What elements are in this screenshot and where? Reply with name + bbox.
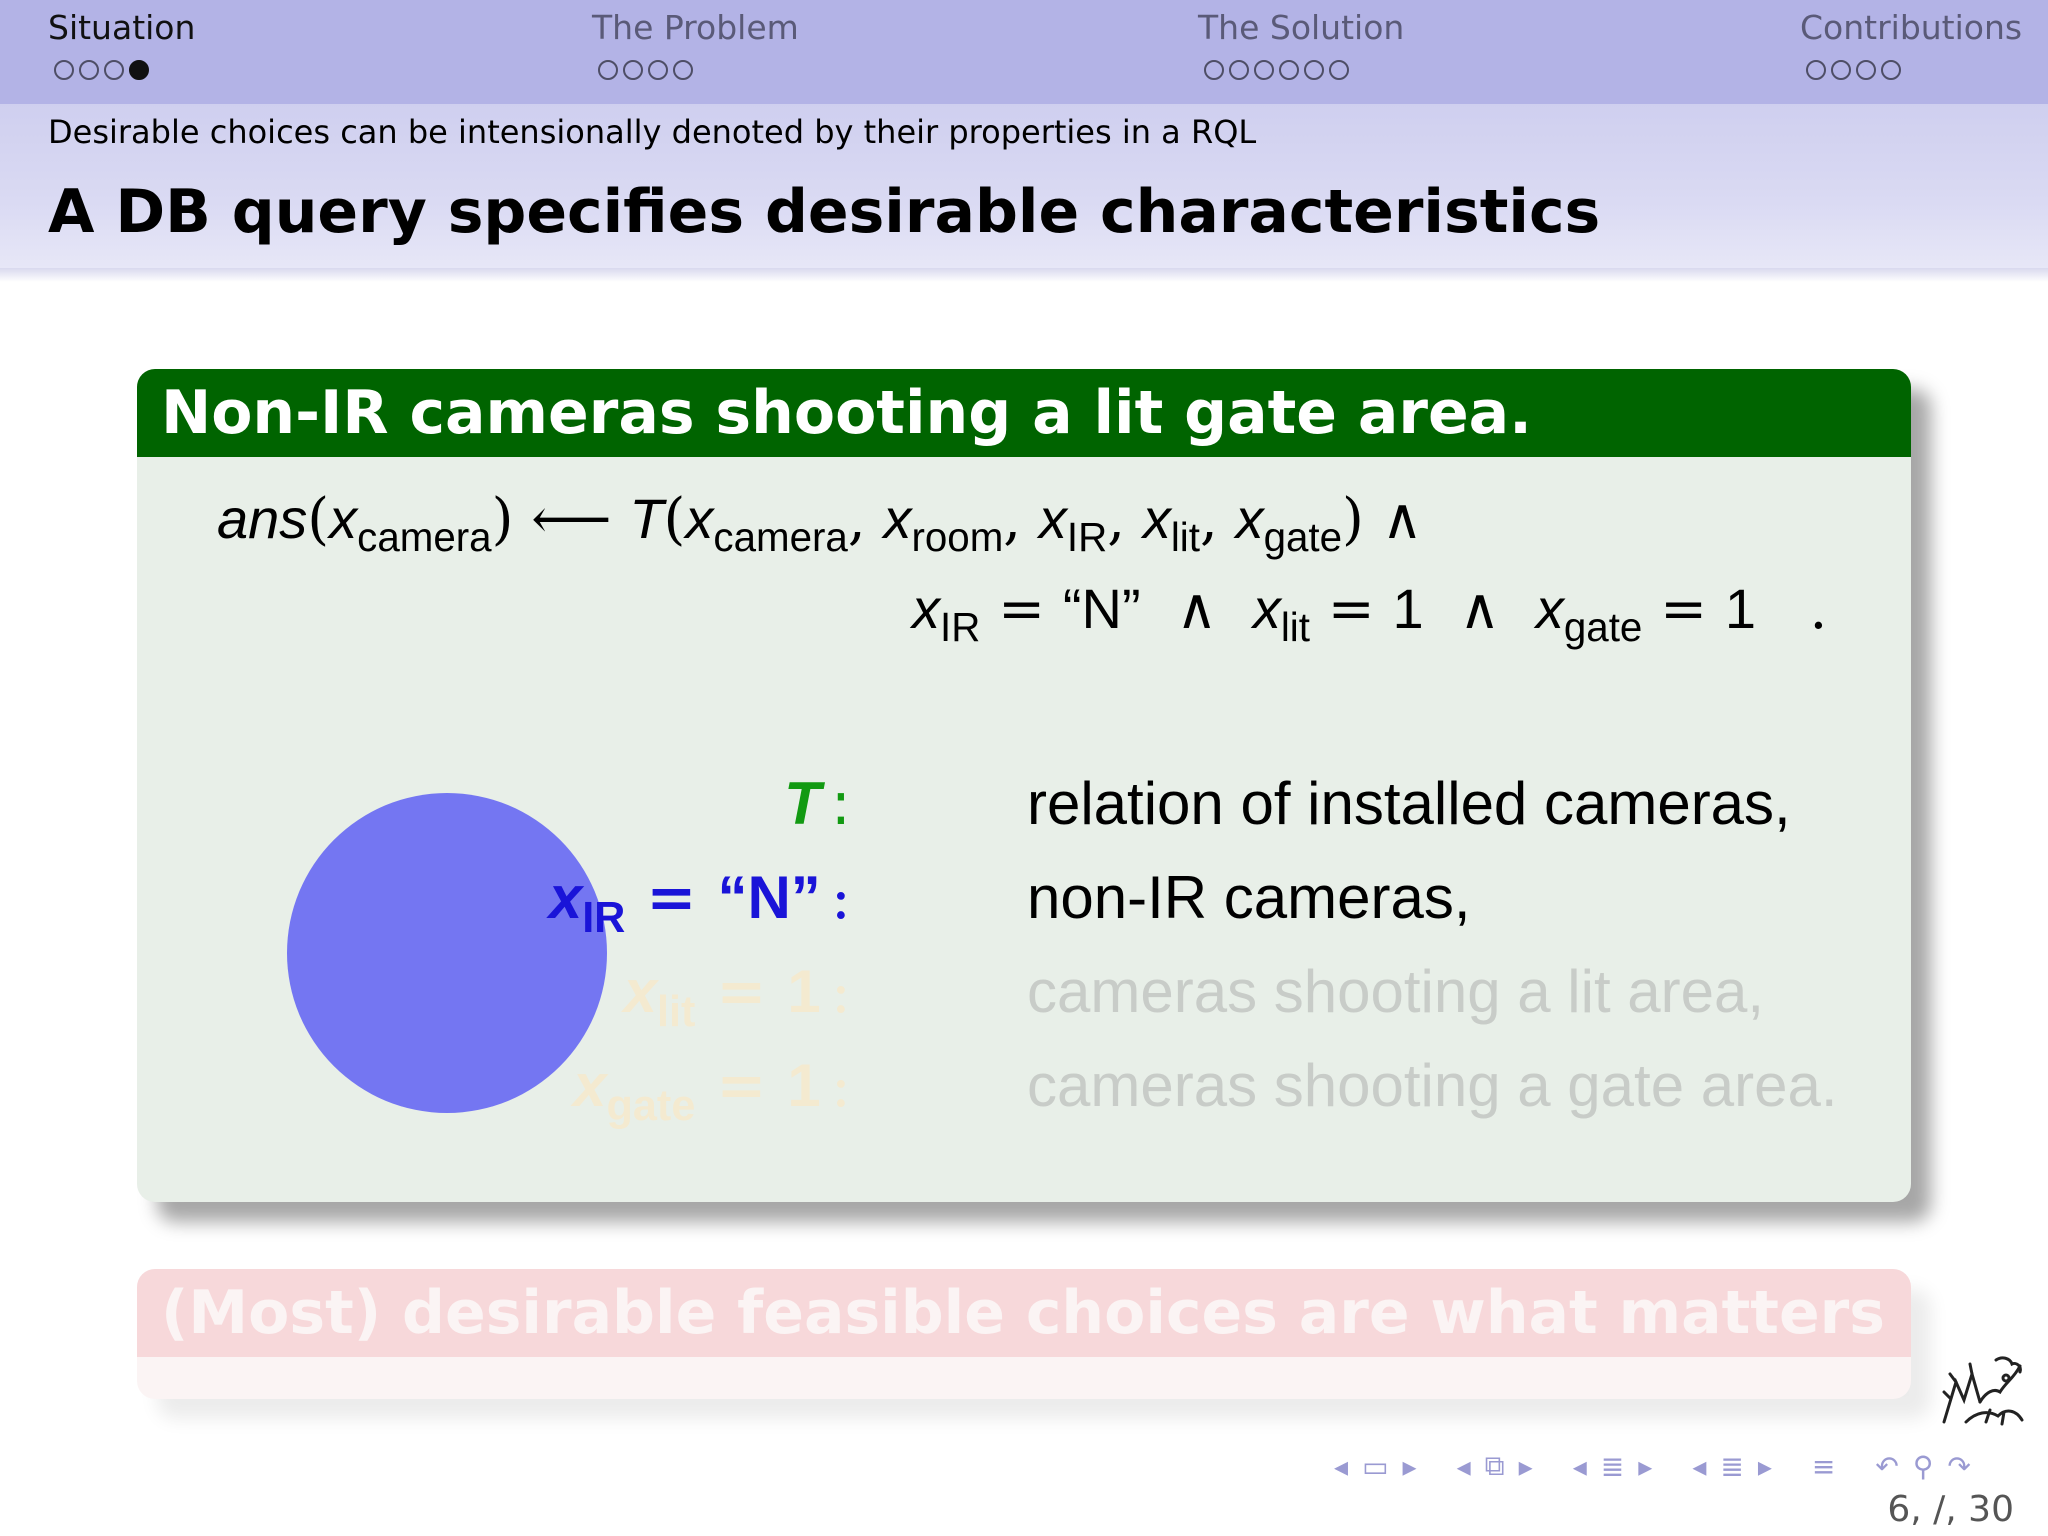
slide-dot[interactable] [1856, 60, 1876, 80]
nav-section-title[interactable]: Contributions [1800, 8, 2022, 48]
arrow-right-icon[interactable]: ▸ [1403, 1450, 1417, 1483]
definition-term: T: [784, 769, 851, 839]
subsection-icon[interactable]: ≣ [1601, 1450, 1624, 1483]
nav-section-the-problem[interactable]: The Problem [592, 8, 799, 80]
definition-text: cameras shooting a gate area. [1027, 1052, 1838, 1119]
back-icon[interactable]: ↶ [1875, 1450, 1898, 1483]
nav-section-title[interactable]: Situation [48, 8, 195, 48]
slide-dot[interactable] [1279, 60, 1299, 80]
arrow-left-icon[interactable]: ◂ [1573, 1450, 1587, 1483]
toc-icon[interactable]: ≡ [1812, 1450, 1835, 1483]
slide-dot[interactable] [1806, 60, 1826, 80]
nav-slide-dots [1806, 60, 2022, 80]
current-slide-dot[interactable] [129, 60, 149, 80]
slide-dot[interactable] [623, 60, 643, 80]
arrow-right-icon[interactable]: ▸ [1758, 1450, 1772, 1483]
nav-slide-dots [1204, 60, 1404, 80]
slide-dot[interactable] [104, 60, 124, 80]
section-icon[interactable]: ≣ [1720, 1450, 1743, 1483]
arrow-right-icon[interactable]: ▸ [1519, 1450, 1533, 1483]
example-block: Non-IR cameras shooting a lit gate area.… [137, 369, 1911, 1202]
slide-dot[interactable] [1304, 60, 1324, 80]
slide-dot[interactable] [54, 60, 74, 80]
definition-row: xIR = “N”: non-IR cameras, [137, 853, 1911, 943]
forward-icon[interactable]: ↷ [1947, 1450, 1970, 1483]
page-number: 6, /, 30 [1887, 1489, 2014, 1530]
arrow-left-icon[interactable]: ◂ [1334, 1450, 1348, 1483]
nav-section-contributions[interactable]: Contributions [1800, 8, 2022, 80]
slide-dot[interactable] [1204, 60, 1224, 80]
nav-section-the-solution[interactable]: The Solution [1198, 8, 1404, 80]
alert-block-title: (Most) desirable feasible choices are wh… [137, 1269, 1911, 1357]
header-shadow [0, 268, 2048, 282]
nav-section-title[interactable]: The Problem [592, 8, 799, 48]
slide-dot[interactable] [1229, 60, 1249, 80]
arrow-left-icon[interactable]: ◂ [1457, 1450, 1471, 1483]
definition-row: xgate = 1: cameras shooting a gate area. [137, 1041, 1911, 1131]
definition-text: cameras shooting a lit area, [1027, 958, 1765, 1025]
definition-row: xlit = 1: cameras shooting a lit area, [137, 947, 1911, 1037]
arrow-left-icon[interactable]: ◂ [1692, 1450, 1706, 1483]
slide-dot[interactable] [1254, 60, 1274, 80]
nav-section-title[interactable]: The Solution [1198, 8, 1404, 48]
alert-block: (Most) desirable feasible choices are wh… [137, 1269, 1911, 1399]
search-icon[interactable]: ⚲ [1913, 1450, 1934, 1483]
slide-dot[interactable] [673, 60, 693, 80]
section-navigation-bar: Situation The Problem The Solution Contr… [0, 0, 2048, 104]
definition-text: relation of installed cameras, [1027, 770, 1791, 837]
slide-dot[interactable] [648, 60, 668, 80]
query-formula-line-2: xIR = “N” ∧ xlit = 1 ∧ xgate = 1 . [912, 577, 1828, 650]
beamer-navigation-controls: ◂ ▭ ▸ ◂ ⧉ ▸ ◂ ≣ ▸ ◂ ≣ ▸ ≡ ↶ ⚲ ↷ [1334, 1448, 1985, 1484]
nav-slide-dots [598, 60, 799, 80]
example-block-title: Non-IR cameras shooting a lit gate area. [137, 369, 1911, 457]
slide-dot[interactable] [598, 60, 618, 80]
slides-icon[interactable]: ⧉ [1485, 1449, 1505, 1483]
nav-section-situation[interactable]: Situation [48, 8, 195, 80]
nav-slide-dots [54, 60, 195, 80]
definition-term: xgate = 1: [573, 1051, 851, 1130]
frame-icon[interactable]: ▭ [1362, 1450, 1388, 1483]
definition-row: T: relation of installed cameras, [137, 759, 1911, 849]
slide-dot[interactable] [1831, 60, 1851, 80]
slide-dot[interactable] [79, 60, 99, 80]
arrow-right-icon[interactable]: ▸ [1638, 1450, 1652, 1483]
university-logo [1942, 1356, 2024, 1426]
frame-title: A DB query specifies desirable character… [48, 177, 1601, 247]
definition-text: non-IR cameras, [1027, 864, 1471, 931]
query-formula-line-1: ans(xcamera) ⟵ T(xcamera, xroom, xIR, xl… [217, 487, 1423, 560]
frame-subtitle: Desirable choices can be intensionally d… [48, 113, 1257, 151]
slide-dot[interactable] [1329, 60, 1349, 80]
slide-dot[interactable] [1881, 60, 1901, 80]
